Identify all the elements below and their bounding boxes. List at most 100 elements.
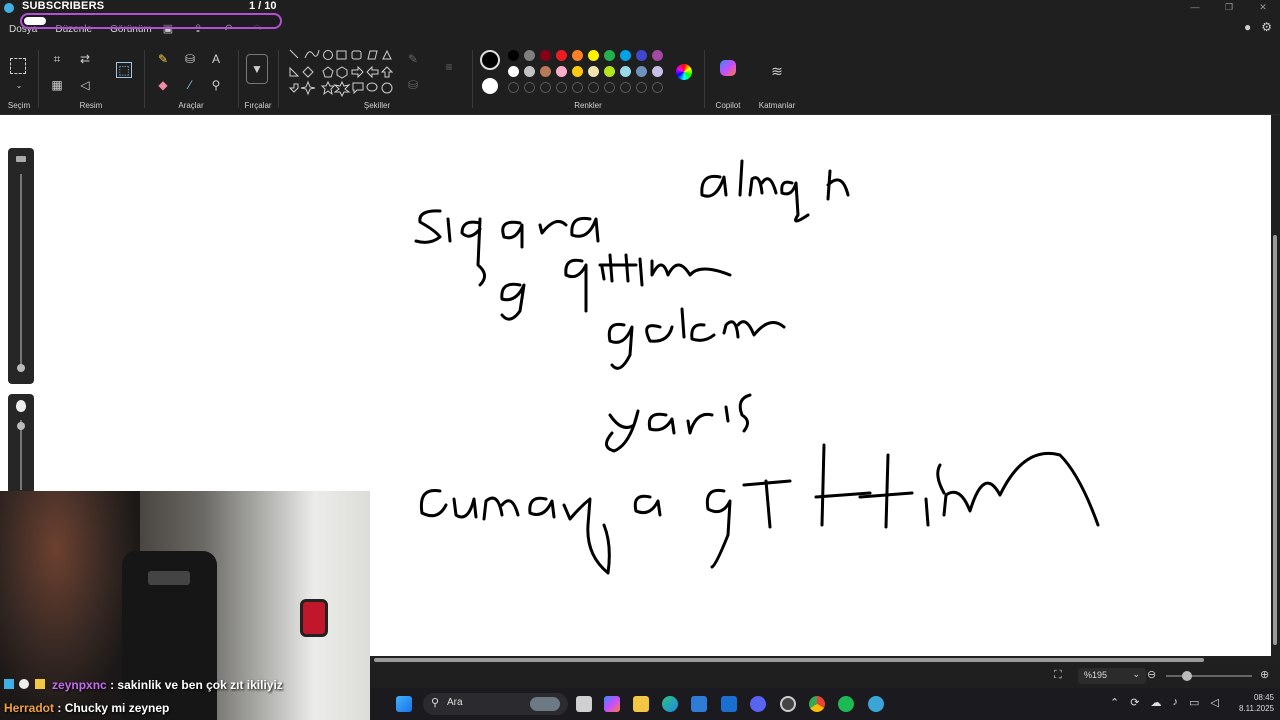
zoom-out-icon[interactable]: ⊖ <box>1147 668 1156 681</box>
secondary-color[interactable] <box>482 78 498 94</box>
magnifier-icon[interactable]: ⚲ <box>207 76 225 94</box>
zoom-select[interactable]: %195 ⌄ <box>1078 668 1146 684</box>
opacity-drop-icon <box>16 400 26 412</box>
chrome-icon[interactable] <box>809 696 825 712</box>
custom-color-slot[interactable] <box>540 82 551 93</box>
shape-fill-icon[interactable]: ⛁ <box>404 76 422 94</box>
color-swatch[interactable] <box>572 50 583 61</box>
custom-color-slot[interactable] <box>524 82 535 93</box>
fill-icon[interactable]: ⛁ <box>181 50 199 68</box>
obs-icon[interactable] <box>780 696 796 712</box>
custom-color-slot[interactable] <box>508 82 519 93</box>
color-swatch[interactable] <box>508 50 519 61</box>
file-explorer-icon[interactable] <box>633 696 649 712</box>
minimize-button[interactable]: — <box>1178 0 1212 14</box>
vertical-scrollbar[interactable] <box>1271 115 1280 656</box>
task-view-icon[interactable] <box>576 696 592 712</box>
group-label-image: Resim <box>79 101 103 110</box>
color-swatch[interactable] <box>524 50 535 61</box>
color-swatch[interactable] <box>540 50 551 61</box>
color-swatch[interactable] <box>540 66 551 77</box>
edit-colors-icon[interactable] <box>676 64 692 80</box>
select-rectangle-icon[interactable] <box>10 58 26 74</box>
shape-size-icon[interactable]: ≡ <box>440 58 458 76</box>
microphone-icon[interactable]: ♪ <box>1172 696 1178 709</box>
image-effects-icon[interactable]: ▦ <box>48 76 66 94</box>
layers-icon[interactable]: ≋ <box>768 62 786 80</box>
settings-icon[interactable]: ⚙ <box>1261 20 1272 34</box>
discord-icon[interactable] <box>750 696 766 712</box>
chat-username: zeynpxnc <box>52 678 107 692</box>
taskbar-clock[interactable]: 08:45 8.11.2025 <box>1239 692 1274 714</box>
sync-icon[interactable]: ⟳ <box>1130 696 1139 709</box>
spotify-icon[interactable] <box>838 696 854 712</box>
color-swatch[interactable] <box>556 66 567 77</box>
color-swatch[interactable] <box>524 66 535 77</box>
color-swatch[interactable] <box>572 66 583 77</box>
group-label-brushes: Fırçalar <box>244 101 272 110</box>
taskbar-search[interactable]: ⚲ Ara <box>423 693 568 715</box>
zoom-slider[interactable] <box>1166 671 1252 681</box>
horizontal-scrollbar[interactable] <box>370 656 1280 664</box>
taskbar: ⚲ Ara ⌃ ⟳ ☁ ♪ ▭ ◁ 08:45 8.11.2025 <box>370 688 1280 720</box>
custom-color-slot[interactable] <box>556 82 567 93</box>
color-swatch[interactable] <box>588 50 599 61</box>
group-selection: ⌄ Seçim <box>0 44 38 115</box>
color-swatch[interactable] <box>604 66 615 77</box>
custom-color-slot[interactable] <box>652 82 663 93</box>
custom-color-slot[interactable] <box>620 82 631 93</box>
color-swatch[interactable] <box>556 50 567 61</box>
resize-icon[interactable]: ⇄ <box>76 50 94 68</box>
primary-color[interactable] <box>480 50 500 70</box>
start-icon[interactable] <box>396 696 412 712</box>
chat-message: zeynpxnc : sakinlik ve ben çok zıt ikili… <box>4 678 283 692</box>
chevron-down-icon: ⌄ <box>1132 669 1140 679</box>
color-swatch[interactable] <box>636 50 647 61</box>
close-button[interactable]: ✕ <box>1246 0 1280 14</box>
copilot-icon[interactable] <box>720 60 736 76</box>
outlook-icon[interactable] <box>721 696 737 712</box>
color-swatch[interactable] <box>620 66 631 77</box>
rotate-icon[interactable]: ◁ <box>76 76 94 94</box>
custom-color-slot[interactable] <box>636 82 647 93</box>
color-swatch[interactable] <box>652 66 663 77</box>
fit-to-window-icon[interactable]: ⛶ <box>1054 669 1062 682</box>
crop-icon[interactable]: ⌗ <box>48 50 66 68</box>
color-swatch[interactable] <box>652 50 663 61</box>
chevron-up-icon[interactable]: ⌃ <box>1110 696 1119 709</box>
brush-size-slider[interactable] <box>8 148 34 384</box>
copilot-taskbar-icon[interactable] <box>604 696 620 712</box>
size-large-icon <box>16 156 26 162</box>
text-icon[interactable]: A <box>207 50 225 68</box>
restore-button[interactable]: ❐ <box>1212 0 1246 14</box>
volume-icon[interactable]: ◁ <box>1210 696 1218 709</box>
group-label-selection: Seçim <box>7 101 31 110</box>
shapes-gallery-icon[interactable] <box>288 48 398 98</box>
store-icon[interactable] <box>691 696 707 712</box>
color-swatch[interactable] <box>620 50 631 61</box>
remove-background-icon[interactable]: ⬚ <box>116 62 132 78</box>
custom-color-slot[interactable] <box>588 82 599 93</box>
color-swatch[interactable] <box>636 66 647 77</box>
color-swatch[interactable] <box>604 50 615 61</box>
color-picker-icon[interactable]: ⁄ <box>181 76 199 94</box>
display-icon[interactable]: ▭ <box>1189 696 1199 709</box>
custom-color-slot[interactable] <box>572 82 583 93</box>
opacity-slider[interactable] <box>8 394 34 494</box>
browser-icon[interactable] <box>868 696 884 712</box>
color-swatch[interactable] <box>508 66 519 77</box>
pencil-icon[interactable]: ✎ <box>154 50 172 68</box>
edge-icon[interactable] <box>662 696 678 712</box>
account-icon[interactable]: ● <box>1244 20 1251 34</box>
subscriber-goal-title: SUBSCRIBERS <box>22 0 105 12</box>
outline-icon[interactable]: ✎ <box>404 50 422 68</box>
color-swatch[interactable] <box>588 66 599 77</box>
zoom-in-icon[interactable]: ⊕ <box>1260 668 1269 681</box>
group-label-colors: Renkler <box>574 101 602 110</box>
cloud-icon[interactable]: ☁ <box>1150 696 1161 709</box>
brush-icon[interactable]: ▼ <box>246 54 268 84</box>
eraser-icon[interactable]: ◆ <box>154 76 172 94</box>
custom-color-slot[interactable] <box>604 82 615 93</box>
microphone-image <box>300 599 328 637</box>
chevron-down-icon[interactable]: ⌄ <box>10 76 28 94</box>
